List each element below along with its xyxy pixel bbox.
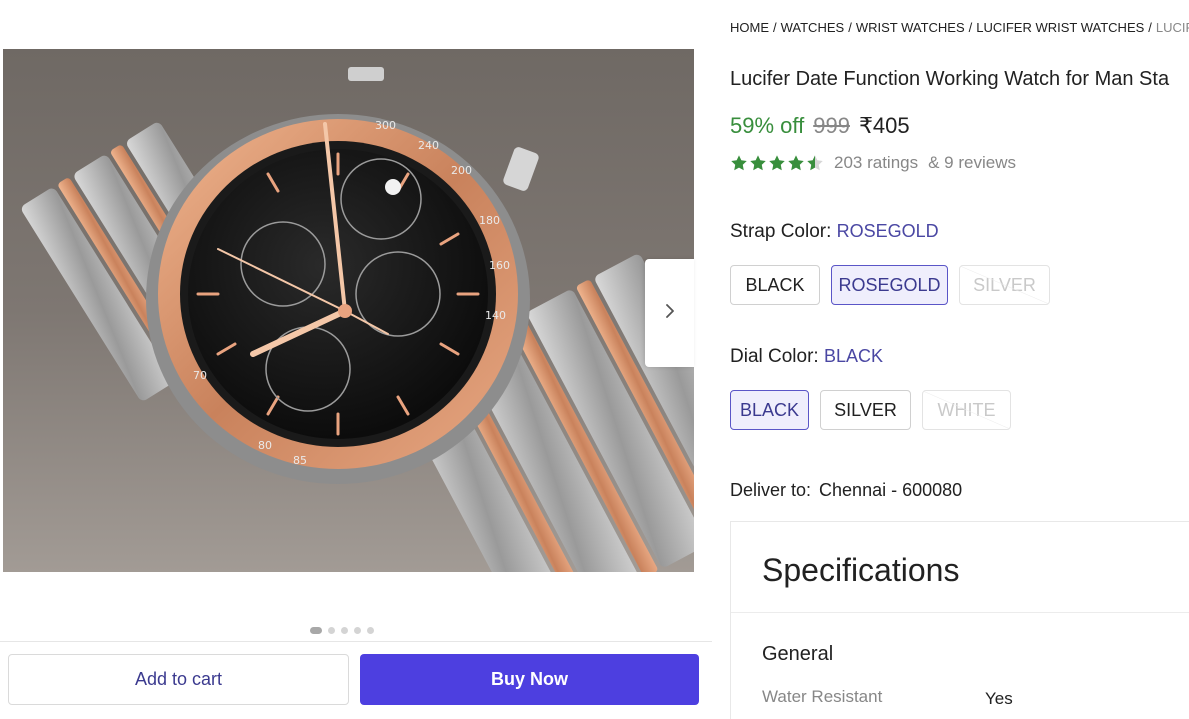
strap-color-label: Strap Color: ROSEGOLD [730,221,939,243]
original-price: 999 [813,113,850,138]
spec-group-title: General [762,643,834,665]
breadcrumb-separator: / [773,20,777,35]
strap-option-rosegold[interactable]: ROSEGOLD [831,265,948,305]
gallery-pagination [310,626,374,634]
watch-photo: 300 240 200 180 160 140 70 80 85 [3,49,694,572]
gallery-dot-3[interactable] [341,626,348,634]
breadcrumb-separator: / [1148,20,1152,35]
dial-color-title: Dial Color: [730,346,819,367]
spec-key-water-resistant: Water Resistant [762,687,883,706]
breadcrumb-wrist-watches[interactable]: WRIST WATCHES [856,20,965,35]
svg-text:140: 140 [485,309,506,322]
product-image[interactable]: 300 240 200 180 160 140 70 80 85 [3,49,694,572]
delivery-info: Deliver to: Chennai - 600080 [730,480,962,501]
reviews-count[interactable]: & 9 reviews [928,153,1016,173]
breadcrumb: HOME / WATCHES / WRIST WATCHES / LUCIFER WRIST… [730,20,1189,35]
breadcrumb-home[interactable]: HOME [730,20,769,35]
strap-color-title: Strap Color: [730,221,832,242]
breadcrumb-separator: / [968,20,973,35]
buy-now-button[interactable]: Buy Now [360,654,699,705]
product-gallery: 300 240 200 180 160 140 70 80 85 Add to … [0,0,712,719]
dial-color-label: Dial Color: BLACK [730,346,883,368]
svg-text:200: 200 [451,164,472,177]
svg-text:70: 70 [193,369,207,382]
ratings-count[interactable]: 203 ratings [834,153,918,173]
rating-row: 203 ratings & 9 reviews [730,153,1022,173]
dial-option-silver[interactable]: SILVER [820,390,911,430]
star-full-icon [769,155,785,171]
gallery-next-button[interactable] [645,259,694,367]
star-full-icon [788,155,804,171]
svg-text:180: 180 [479,214,500,227]
strap-color-selected: ROSEGOLD [836,221,939,241]
chevron-right-icon [664,303,676,323]
selling-price: ₹405 [858,113,910,138]
breadcrumb-lucifer-wrist-watches[interactable]: LUCIFER WRIST WATCHES [976,20,1144,35]
svg-text:80: 80 [258,439,272,452]
gallery-dot-5[interactable] [367,626,374,634]
svg-text:240: 240 [418,139,439,152]
breadcrumb-watches[interactable]: WATCHES [781,20,845,35]
svg-text:300: 300 [375,119,396,132]
discount-percent: 59% off [730,113,805,138]
delivery-location[interactable]: Chennai - 600080 [819,480,962,500]
breadcrumb-separator: / [848,20,852,35]
specifications-card: Specifications General Water Resistant Y… [730,521,1189,719]
delivery-label: Deliver to: [730,480,812,500]
specifications-title: Specifications [762,552,960,588]
product-details: HOME / WATCHES / WRIST WATCHES / LUCIFER WRIST… [730,0,1189,719]
gallery-dot-1[interactable] [310,626,322,634]
svg-text:85: 85 [293,454,307,467]
gallery-dot-2[interactable] [328,626,335,634]
svg-text:160: 160 [489,259,510,272]
price-row: 59% off 999 ₹405 [730,113,910,139]
dial-option-white: WHITE [922,390,1011,430]
strap-option-silver: SILVER [959,265,1050,305]
star-rating [730,154,824,172]
breadcrumb-current: LUCIFER [1155,20,1189,35]
spec-value-water-resistant: Yes [985,689,1013,708]
dial-color-selected: BLACK [823,346,884,366]
strap-option-black[interactable]: BLACK [730,265,820,305]
star-full-icon [731,155,747,171]
specifications-divider [731,612,1189,613]
add-to-cart-button[interactable]: Add to cart [8,654,349,705]
star-half-icon [807,155,823,171]
dial-option-black[interactable]: BLACK [730,390,809,430]
gallery-dot-4[interactable] [354,626,361,634]
action-bar: Add to cart Buy Now [0,641,712,719]
product-title: Lucifer Date Function Working Watch for … [730,68,1170,90]
star-full-icon [750,155,766,171]
